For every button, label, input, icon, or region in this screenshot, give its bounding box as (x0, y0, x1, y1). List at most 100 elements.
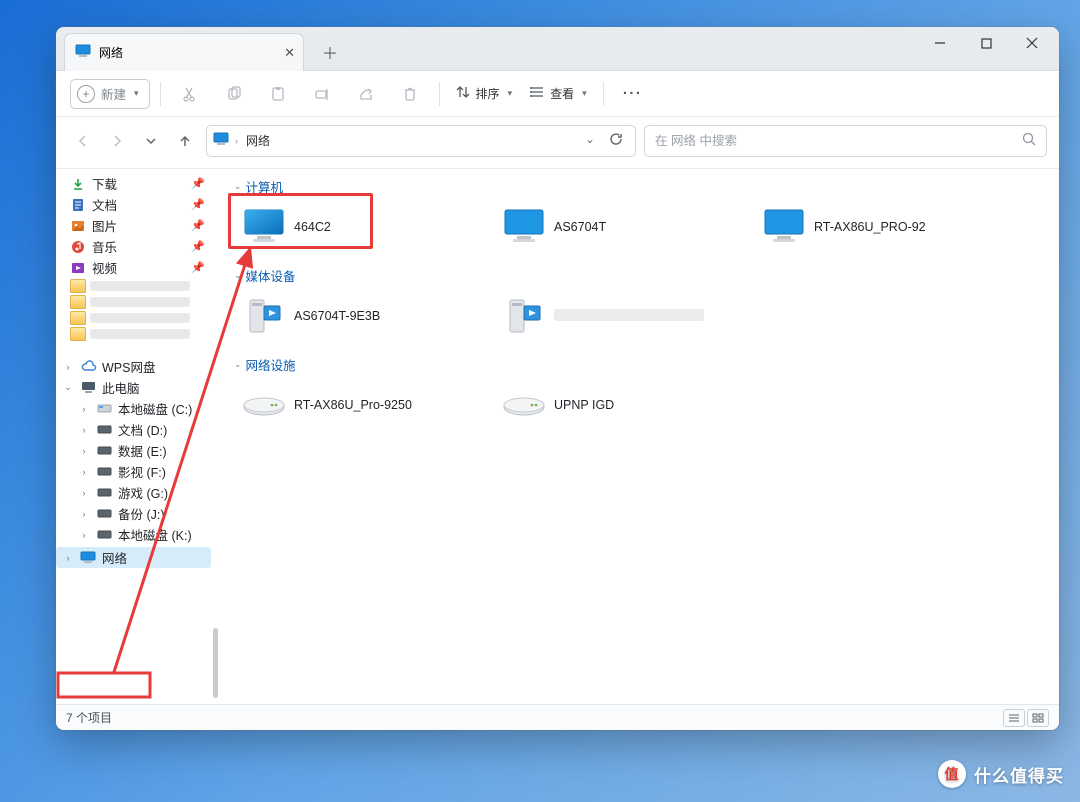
chevron-right-icon[interactable]: › (78, 404, 90, 414)
sidebar-item-label: 视频 (92, 258, 117, 277)
new-button[interactable]: + 新建 ▾ (70, 79, 150, 109)
cut-icon[interactable] (171, 79, 209, 109)
content-area: ⌄ 计算机 464C2 AS6704T RT-AX86U_PRO-92 ⌄ (220, 169, 1059, 704)
chevron-right-icon[interactable]: › (78, 509, 90, 519)
breadcrumb-network[interactable]: 网络 (244, 132, 272, 149)
chevron-right-icon[interactable]: › (78, 425, 90, 435)
sidebar-item-placeholder[interactable] (70, 278, 190, 294)
plus-icon: + (77, 85, 95, 103)
chevron-right-icon[interactable]: › (78, 446, 90, 456)
close-tab-icon[interactable]: ✕ (284, 45, 295, 61)
search-box[interactable] (644, 125, 1047, 157)
drive-icon (96, 464, 112, 480)
new-tab-button[interactable]: ＋ (316, 42, 344, 62)
recent-button[interactable] (138, 126, 164, 156)
chevron-down-icon: ⌄ (234, 181, 242, 192)
search-input[interactable] (655, 134, 1022, 148)
address-bar[interactable]: › 网络 ⌄ (206, 125, 636, 157)
sidebar-item-placeholder[interactable] (70, 294, 190, 310)
view-icon (530, 85, 544, 102)
chevron-down-icon[interactable]: ⌄ (579, 128, 601, 153)
paste-icon[interactable] (259, 79, 297, 109)
sidebar-item-label: 本地磁盘 (C:) (118, 399, 192, 418)
group-header-media[interactable]: ⌄ 媒体设备 (228, 262, 1059, 289)
watermark-badge: 值 (938, 760, 966, 788)
sidebar-item-drive-k[interactable]: › 本地磁盘 (K:) (56, 524, 211, 545)
separator (603, 82, 604, 106)
more-icon[interactable]: ··· (614, 79, 652, 109)
sidebar-item-wps[interactable]: ›WPS网盘 (56, 356, 211, 377)
search-icon[interactable] (1022, 132, 1036, 149)
minimize-button[interactable] (917, 27, 963, 59)
group-label: 计算机 (246, 177, 284, 196)
tiles-view-button[interactable] (1027, 709, 1049, 727)
chevron-right-icon[interactable]: › (62, 362, 74, 372)
chevron-down-icon[interactable]: ⌄ (62, 382, 74, 393)
close-window-button[interactable] (1009, 27, 1055, 59)
nav-scrollbar[interactable] (211, 169, 220, 704)
sidebar-item-drive-j[interactable]: › 备份 (J:) (56, 503, 211, 524)
group-header-computers[interactable]: ⌄ 计算机 (228, 173, 1059, 200)
details-view-button[interactable] (1003, 709, 1025, 727)
sidebar-item-label: 网络 (102, 548, 127, 567)
network-media-item[interactable]: AS6704T-9E3B (238, 291, 488, 341)
sort-label: 排序 (476, 85, 500, 102)
download-icon (70, 176, 86, 192)
back-button[interactable] (70, 126, 96, 156)
sidebar-item-placeholder[interactable] (70, 310, 190, 326)
pin-icon: 📌 (191, 177, 205, 190)
sidebar-item-label: 本地磁盘 (K:) (118, 525, 192, 544)
item-label: RT-AX86U_PRO-92 (814, 220, 926, 234)
drive-icon (96, 485, 112, 501)
delete-icon[interactable] (391, 79, 429, 109)
sidebar-item-drive-c[interactable]: › 本地磁盘 (C:) (56, 398, 211, 419)
sidebar-item-label: 文档 (D:) (118, 420, 167, 439)
statusbar: 7 个项目 (56, 704, 1059, 730)
chevron-right-icon[interactable]: › (78, 467, 90, 477)
copy-icon[interactable] (215, 79, 253, 109)
sidebar-item-drive-f[interactable]: ›影视 (F:) (56, 461, 211, 482)
sidebar-item-label: 图片 (92, 216, 117, 235)
refresh-icon[interactable] (603, 128, 629, 153)
network-media-item[interactable] (498, 291, 748, 341)
titlebar: 网络 ✕ ＋ (56, 27, 1059, 71)
sidebar-item-drive-g[interactable]: › 游戏 (G:) (56, 482, 211, 503)
sidebar-item-placeholder[interactable] (70, 326, 190, 342)
drive-icon (96, 506, 112, 522)
network-device-item[interactable]: UPNP IGD (498, 380, 748, 430)
group-header-netinfra[interactable]: ⌄ 网络设施 (228, 351, 1059, 378)
sidebar-item-label: 下载 (92, 174, 117, 193)
chevron-right-icon[interactable]: › (78, 530, 90, 540)
network-computer-item[interactable]: 464C2 (238, 202, 488, 252)
view-toggle (1003, 709, 1049, 727)
sort-button[interactable]: 排序 ▾ (450, 79, 519, 109)
group-label: 媒体设备 (246, 266, 296, 285)
sidebar-item-label: 数据 (E:) (118, 441, 167, 460)
network-device-item[interactable]: RT-AX86U_Pro-9250 (238, 380, 488, 430)
tab-network[interactable]: 网络 ✕ (64, 33, 304, 71)
sidebar-item-pictures[interactable]: 图片📌 (56, 215, 211, 236)
network-computer-item[interactable]: AS6704T (498, 202, 748, 252)
sidebar-item-drive-e[interactable]: › 数据 (E:) (56, 440, 211, 461)
sidebar-item-videos[interactable]: 视频📌 (56, 257, 211, 278)
up-button[interactable] (172, 126, 198, 156)
maximize-button[interactable] (963, 27, 1009, 59)
sidebar-item-label: 备份 (J:) (118, 504, 165, 523)
media-device-icon (244, 296, 284, 336)
sidebar-item-label: 游戏 (G:) (118, 483, 168, 502)
forward-button[interactable] (104, 126, 130, 156)
chevron-right-icon[interactable]: › (78, 488, 90, 498)
chevron-down-icon: ⌄ (234, 359, 242, 370)
sidebar-item-thispc[interactable]: ⌄此电脑 (56, 377, 211, 398)
view-button[interactable]: 查看 ▾ (524, 79, 593, 109)
chevron-right-icon[interactable]: › (235, 136, 238, 146)
chevron-right-icon[interactable]: › (62, 553, 74, 563)
sidebar-item-network[interactable]: › 网络 (56, 547, 211, 568)
sidebar-item-documents[interactable]: 文档📌 (56, 194, 211, 215)
rename-icon[interactable] (303, 79, 341, 109)
sidebar-item-downloads[interactable]: 下载 📌 (56, 173, 211, 194)
network-computer-item[interactable]: RT-AX86U_PRO-92 (758, 202, 1008, 252)
sidebar-item-music[interactable]: 音乐📌 (56, 236, 211, 257)
share-icon[interactable] (347, 79, 385, 109)
sidebar-item-drive-d[interactable]: › 文档 (D:) (56, 419, 211, 440)
